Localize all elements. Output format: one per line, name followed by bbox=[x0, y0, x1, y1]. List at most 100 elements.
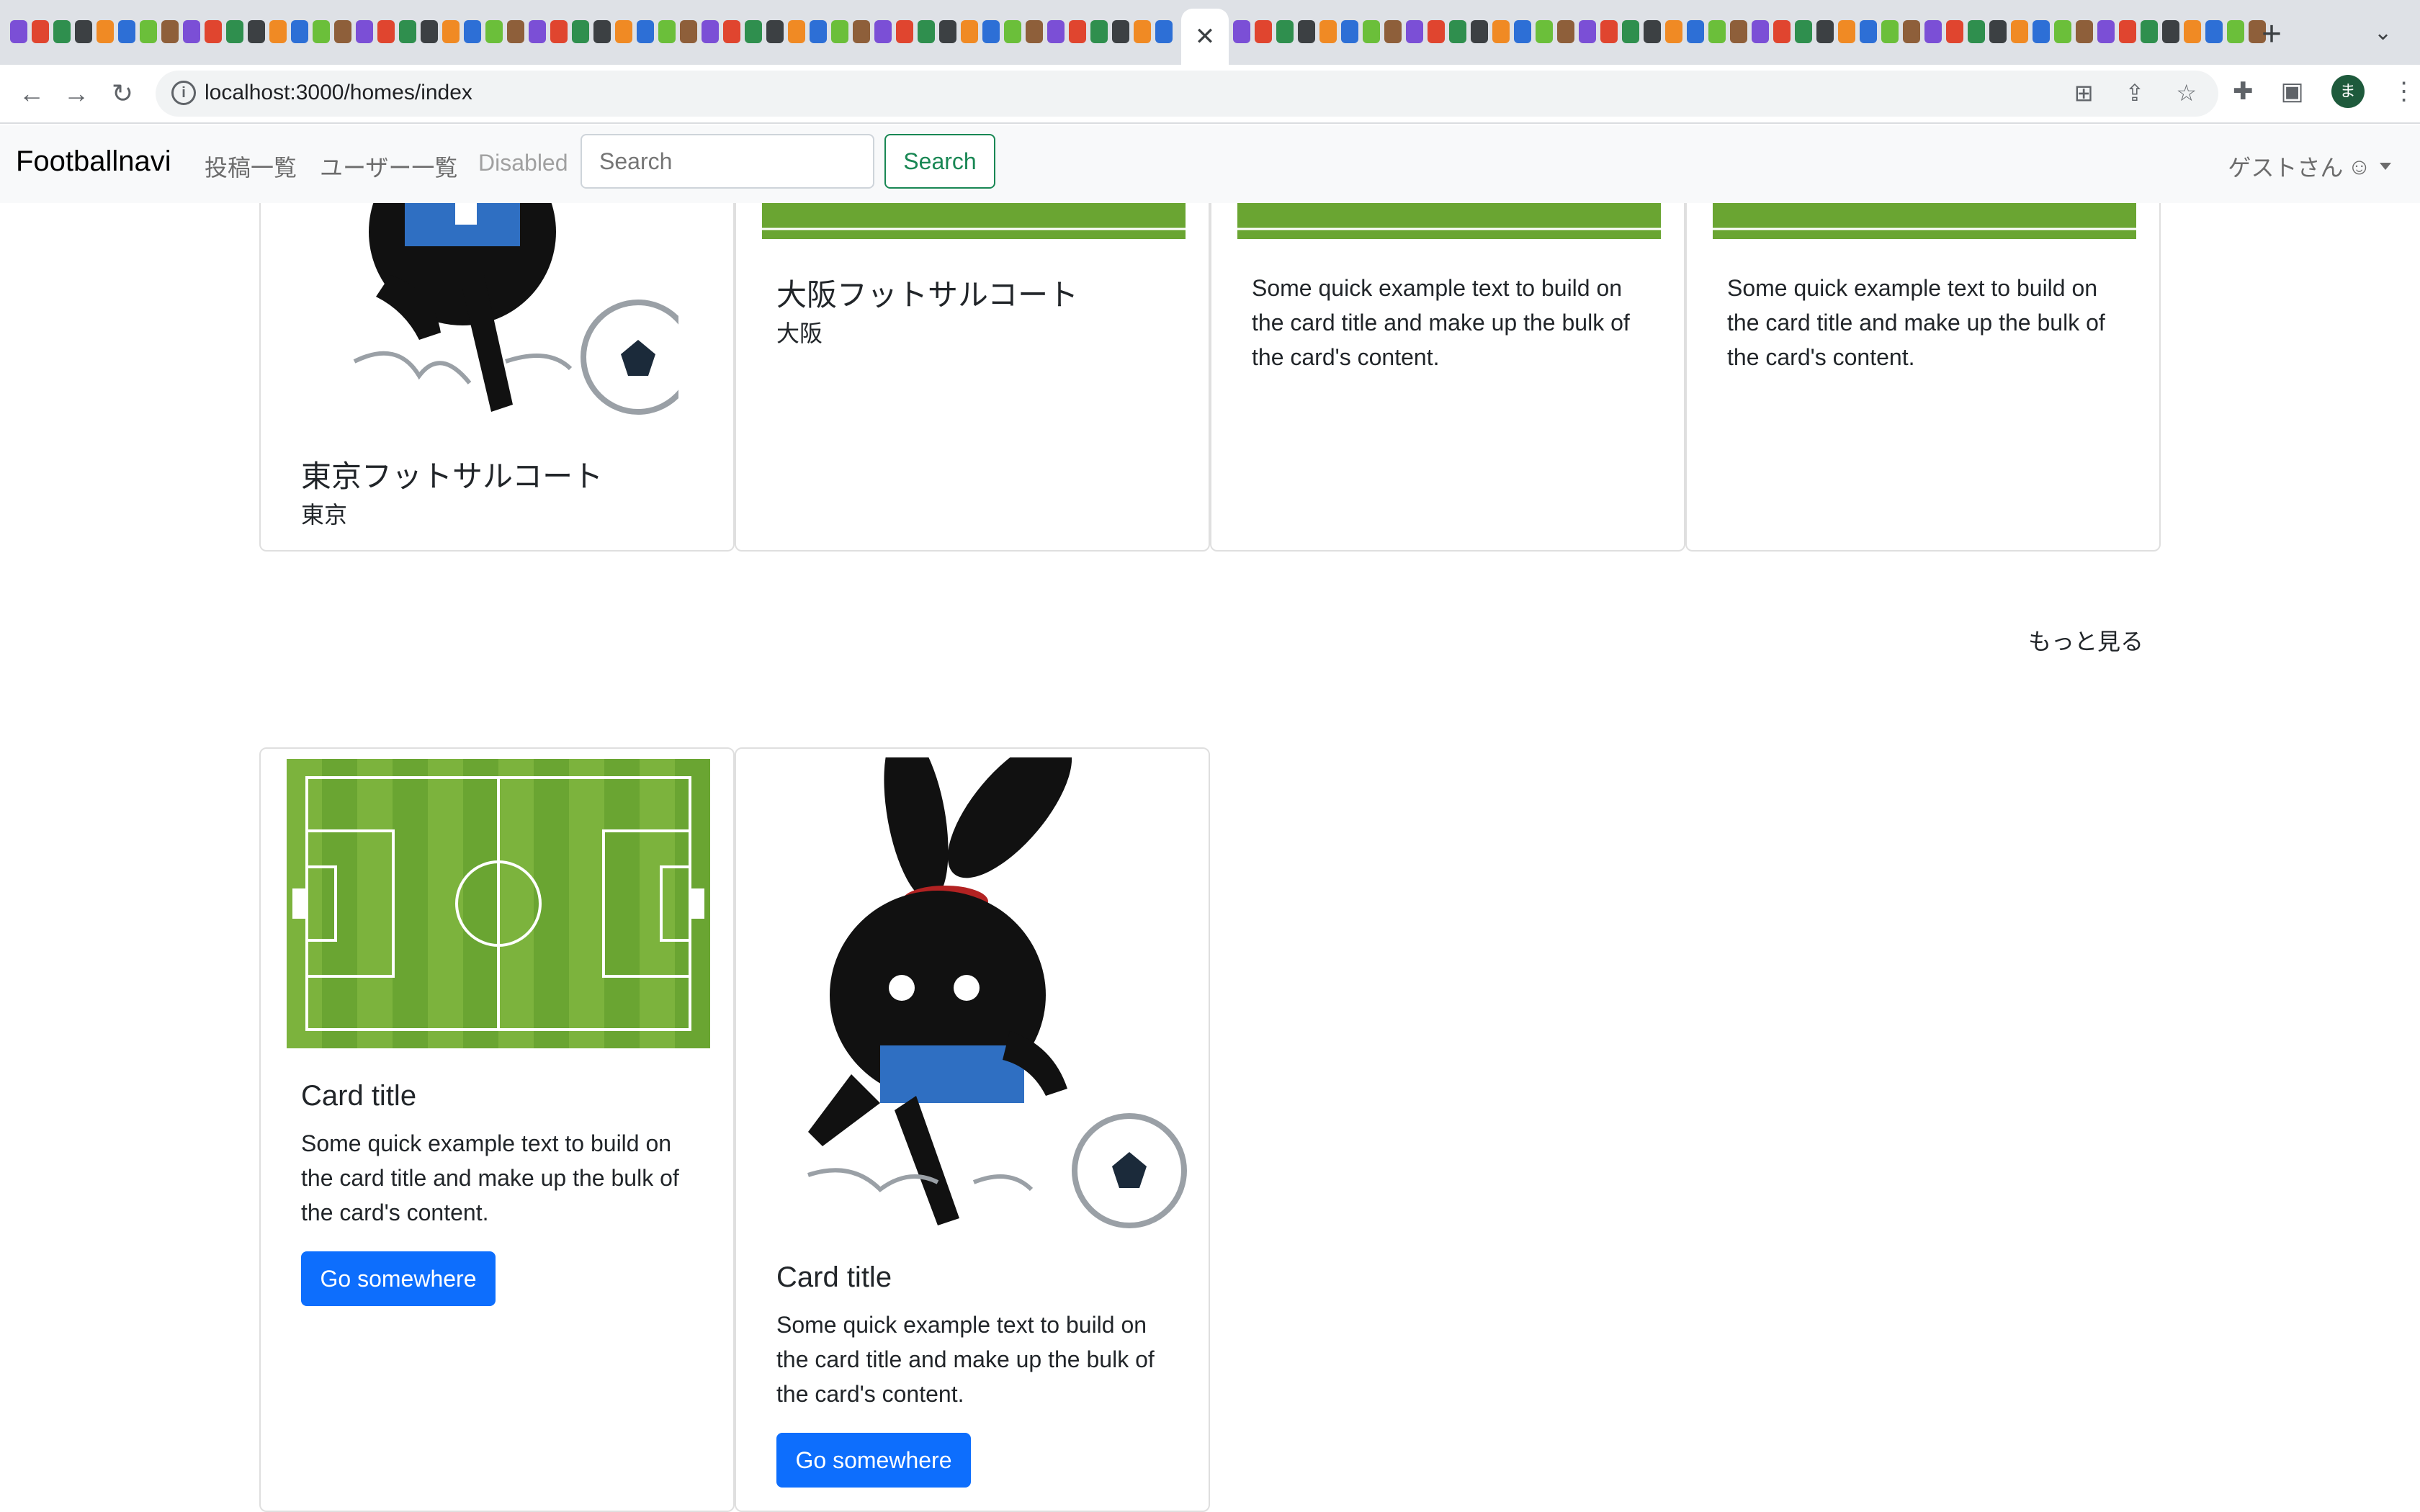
tab-favicon[interactable] bbox=[442, 20, 460, 43]
tab-favicon[interactable] bbox=[1730, 20, 1747, 43]
tab-favicon[interactable] bbox=[1989, 20, 2007, 43]
tab-favicon[interactable] bbox=[1557, 20, 1574, 43]
tab-favicon[interactable] bbox=[723, 20, 740, 43]
tab-favicon[interactable] bbox=[572, 20, 589, 43]
tab-favicon[interactable] bbox=[1924, 20, 1942, 43]
tab-favicon[interactable] bbox=[1384, 20, 1402, 43]
tab-favicon[interactable] bbox=[1341, 20, 1358, 43]
tab-favicon[interactable] bbox=[593, 20, 611, 43]
post-card[interactable]: 大阪フットサルコート 大阪 bbox=[735, 144, 1210, 552]
tab-favicon[interactable] bbox=[1881, 20, 1899, 43]
tab-favicon[interactable] bbox=[1255, 20, 1272, 43]
go-somewhere-button[interactable]: Go somewhere bbox=[301, 1251, 496, 1306]
tab-favicon[interactable] bbox=[2097, 20, 2115, 43]
tab-favicon[interactable] bbox=[97, 20, 114, 43]
tab-close-icon[interactable]: ✕ bbox=[1195, 22, 1216, 51]
tab-favicon[interactable] bbox=[2119, 20, 2136, 43]
tab-favicon[interactable] bbox=[485, 20, 503, 43]
tab-favicon[interactable] bbox=[680, 20, 697, 43]
see-more-link[interactable]: もっと見る bbox=[2028, 624, 2143, 657]
tab-favicon[interactable] bbox=[377, 20, 395, 43]
reload-icon[interactable]: ↻ bbox=[104, 75, 141, 112]
tab-favicon[interactable] bbox=[1233, 20, 1250, 43]
tab-favicon[interactable] bbox=[161, 20, 179, 43]
tab-favicon[interactable] bbox=[1471, 20, 1488, 43]
side-panel-icon[interactable]: ▣ bbox=[2281, 77, 2304, 106]
tab-favicon[interactable] bbox=[2141, 20, 2158, 43]
tab-favicon[interactable] bbox=[1047, 20, 1065, 43]
tab-favicon[interactable] bbox=[1838, 20, 1855, 43]
tab-favicon[interactable] bbox=[831, 20, 848, 43]
tab-favicon[interactable] bbox=[118, 20, 135, 43]
tab-favicon[interactable] bbox=[1449, 20, 1466, 43]
tab-favicon[interactable] bbox=[313, 20, 330, 43]
tab-favicon[interactable] bbox=[183, 20, 200, 43]
tab-favicon[interactable] bbox=[1004, 20, 1021, 43]
tab-favicon[interactable] bbox=[1155, 20, 1173, 43]
tab-favicon[interactable] bbox=[269, 20, 287, 43]
tab-favicon[interactable] bbox=[529, 20, 546, 43]
tab-favicon[interactable] bbox=[982, 20, 1000, 43]
tab-favicon[interactable] bbox=[1622, 20, 1639, 43]
tab-favicon[interactable] bbox=[421, 20, 438, 43]
tab-favicon[interactable] bbox=[464, 20, 481, 43]
tab-favicon[interactable] bbox=[53, 20, 71, 43]
brand-logo[interactable]: Footballnavi bbox=[16, 145, 171, 178]
tab-favicon[interactable] bbox=[1795, 20, 1812, 43]
tab-favicon[interactable] bbox=[745, 20, 762, 43]
tab-favicon[interactable] bbox=[2011, 20, 2028, 43]
tab-favicon[interactable] bbox=[1090, 20, 1108, 43]
tab-favicon[interactable] bbox=[550, 20, 568, 43]
tab-favicon[interactable] bbox=[1298, 20, 1315, 43]
tab-favicon[interactable] bbox=[1363, 20, 1380, 43]
tab-favicons-left[interactable] bbox=[10, 20, 1173, 43]
search-button[interactable]: Search bbox=[884, 134, 995, 189]
tab-favicon[interactable] bbox=[291, 20, 308, 43]
tab-search-icon[interactable]: ⌄ bbox=[2374, 20, 2392, 45]
example-card[interactable]: Some quick example text to build on the … bbox=[1210, 144, 1685, 552]
example-card[interactable]: Card title Some quick example text to bu… bbox=[259, 747, 735, 1512]
example-card[interactable]: Card title Some quick example text to bu… bbox=[735, 747, 1210, 1512]
tab-favicon[interactable] bbox=[140, 20, 157, 43]
tab-favicon[interactable] bbox=[2227, 20, 2244, 43]
tab-favicon[interactable] bbox=[1134, 20, 1151, 43]
tab-favicon[interactable] bbox=[507, 20, 524, 43]
tab-favicon[interactable] bbox=[1276, 20, 1294, 43]
tab-favicon[interactable] bbox=[1903, 20, 1920, 43]
tab-favicon[interactable] bbox=[1816, 20, 1834, 43]
nav-link-posts[interactable]: 投稿一覧 bbox=[205, 150, 297, 183]
tab-favicon[interactable] bbox=[1514, 20, 1531, 43]
site-info-icon[interactable]: i bbox=[171, 81, 196, 105]
tab-favicon[interactable] bbox=[1665, 20, 1682, 43]
tab-favicon[interactable] bbox=[2054, 20, 2071, 43]
tab-favicon[interactable] bbox=[874, 20, 892, 43]
tab-favicon[interactable] bbox=[205, 20, 222, 43]
tab-favicon[interactable] bbox=[810, 20, 827, 43]
share-icon[interactable]: ⇪ bbox=[2125, 79, 2145, 107]
tab-favicon[interactable] bbox=[615, 20, 632, 43]
browser-menu-icon[interactable]: ⋮ bbox=[2392, 77, 2416, 106]
tab-favicon[interactable] bbox=[918, 20, 935, 43]
tab-favicon[interactable] bbox=[2184, 20, 2201, 43]
tab-favicon[interactable] bbox=[1536, 20, 1553, 43]
post-card[interactable]: 東京フットサルコート 東京 bbox=[259, 144, 735, 552]
new-tab-button[interactable]: + bbox=[2262, 14, 2282, 54]
tab-favicon[interactable] bbox=[1406, 20, 1423, 43]
bookmark-star-icon[interactable]: ☆ bbox=[2176, 79, 2197, 107]
back-icon[interactable]: ← bbox=[13, 75, 50, 112]
tab-favicon[interactable] bbox=[226, 20, 243, 43]
tab-favicon[interactable] bbox=[1112, 20, 1129, 43]
search-input[interactable] bbox=[581, 134, 874, 189]
tab-favicon[interactable] bbox=[1069, 20, 1086, 43]
tab-favicon[interactable] bbox=[1773, 20, 1791, 43]
tab-favicon[interactable] bbox=[2205, 20, 2223, 43]
tab-favicon[interactable] bbox=[2162, 20, 2179, 43]
tab-favicon[interactable] bbox=[702, 20, 719, 43]
active-tab[interactable]: ✕ bbox=[1181, 9, 1229, 65]
extensions-icon[interactable]: ✚ bbox=[2233, 77, 2254, 106]
tab-favicon[interactable] bbox=[1319, 20, 1337, 43]
tab-favicon[interactable] bbox=[1644, 20, 1661, 43]
url-text[interactable]: localhost:3000/homes/index bbox=[205, 81, 472, 105]
address-bar[interactable]: i localhost:3000/homes/index ⊞ ⇪ ☆ bbox=[156, 71, 2218, 117]
tab-favicon[interactable] bbox=[1860, 20, 1877, 43]
